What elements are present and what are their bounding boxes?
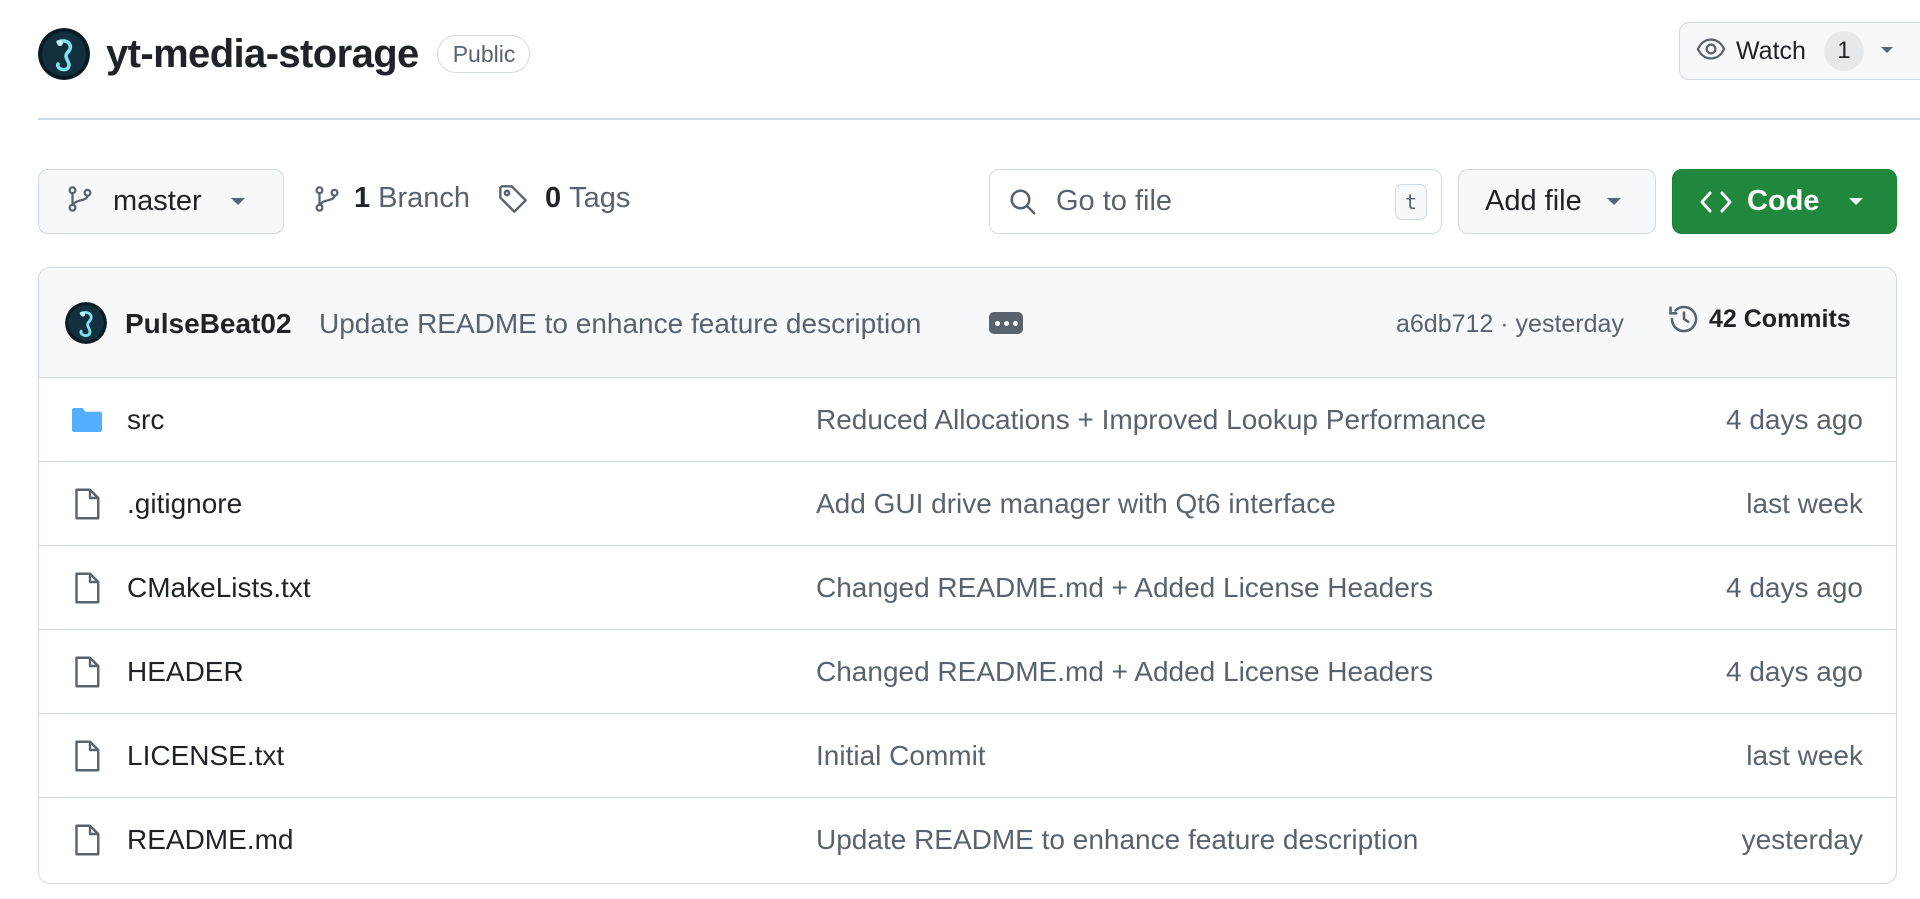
file-name[interactable]: CMakeLists.txt [127,572,311,604]
file-icon [69,570,105,606]
file-name[interactable]: src [127,404,164,436]
file-row[interactable]: CMakeLists.txt Changed README.md + Added… [39,546,1896,630]
tag-label: Tags [569,182,631,214]
commits-history-link[interactable]: 42 Commits [1667,302,1851,336]
file-row[interactable]: .gitignore Add GUI drive manager with Qt… [39,462,1896,546]
watch-count: 1 [1823,31,1864,71]
file-commit-message[interactable]: Initial Commit [816,740,986,772]
file-row[interactable]: LICENSE.txt Initial Commit last week [39,714,1896,798]
chevron-down-icon [1848,193,1864,211]
git-branch-icon [312,184,342,214]
author-avatar[interactable] [65,302,107,344]
file-name[interactable]: LICENSE.txt [127,740,284,772]
tag-icon [497,183,529,215]
visibility-badge: Public [436,35,531,73]
commit-sha-time[interactable]: a6db712 · yesterday [1396,310,1624,339]
branches-link[interactable]: 1 Branch [312,182,470,215]
file-row[interactable]: src Reduced Allocations + Improved Looku… [39,378,1896,462]
commits-count-label: 42 Commits [1709,304,1851,333]
add-file-label: Add file [1485,185,1582,217]
commit-message[interactable]: Update README to enhance feature descrip… [319,308,921,340]
code-label: Code [1747,185,1820,217]
eye-icon [1696,34,1726,69]
tag-count: 0 [545,182,562,214]
file-commit-message[interactable]: Reduced Allocations + Improved Lookup Pe… [816,404,1486,436]
header-divider [38,118,1920,120]
file-commit-date: last week [1746,740,1863,771]
file-name[interactable]: HEADER [127,656,244,688]
chevron-down-icon [1606,193,1622,211]
chevron-down-icon [1880,42,1894,60]
owner-avatar[interactable] [38,28,90,80]
branch-label: Branch [378,182,471,214]
add-file-button[interactable]: Add file [1458,169,1656,234]
file-commit-date: 4 days ago [1726,656,1863,687]
file-commit-message[interactable]: Changed README.md + Added License Header… [816,656,1433,688]
watch-label: Watch [1736,36,1806,65]
file-commit-date: 4 days ago [1726,572,1863,603]
file-commit-date: 4 days ago [1726,404,1863,435]
repo-name[interactable]: yt-media-storage [106,32,419,77]
expand-commit-button[interactable] [989,312,1023,334]
file-commit-message[interactable]: Update README to enhance feature descrip… [816,824,1418,856]
branch-name: master [113,185,202,217]
file-list: PulseBeat02 Update README to enhance fea… [38,267,1897,884]
file-commit-message[interactable]: Add GUI drive manager with Qt6 interface [816,488,1336,520]
file-icon [69,822,105,858]
file-commit-message[interactable]: Changed README.md + Added License Header… [816,572,1433,604]
code-icon [1699,189,1733,215]
file-commit-date: yesterday [1741,824,1863,855]
file-name[interactable]: .gitignore [127,488,242,520]
history-icon [1667,302,1701,336]
tags-link[interactable]: 0 Tags [497,182,630,215]
branch-select-button[interactable]: master [38,169,284,234]
file-row[interactable]: README.md Update README to enhance featu… [39,798,1896,882]
file-name[interactable]: README.md [127,824,293,856]
commit-author[interactable]: PulseBeat02 [125,308,292,340]
go-to-file-input[interactable]: Go to file t [989,169,1442,234]
chevron-down-icon [230,193,246,211]
folder-icon [69,402,105,438]
file-commit-date: last week [1746,488,1863,519]
watch-button[interactable]: Watch 1 [1679,22,1920,80]
file-row[interactable]: HEADER Changed README.md + Added License… [39,630,1896,714]
file-icon [69,654,105,690]
search-icon [1008,187,1038,217]
latest-commit-bar: PulseBeat02 Update README to enhance fea… [39,268,1896,378]
branch-count: 1 [354,182,371,214]
go-to-file-placeholder: Go to file [1056,185,1173,217]
file-icon [69,486,105,522]
code-button[interactable]: Code [1672,169,1897,234]
git-branch-icon [65,184,95,219]
file-icon [69,738,105,774]
shortcut-key: t [1395,183,1427,220]
repo-header: yt-media-storage Public [38,24,531,84]
